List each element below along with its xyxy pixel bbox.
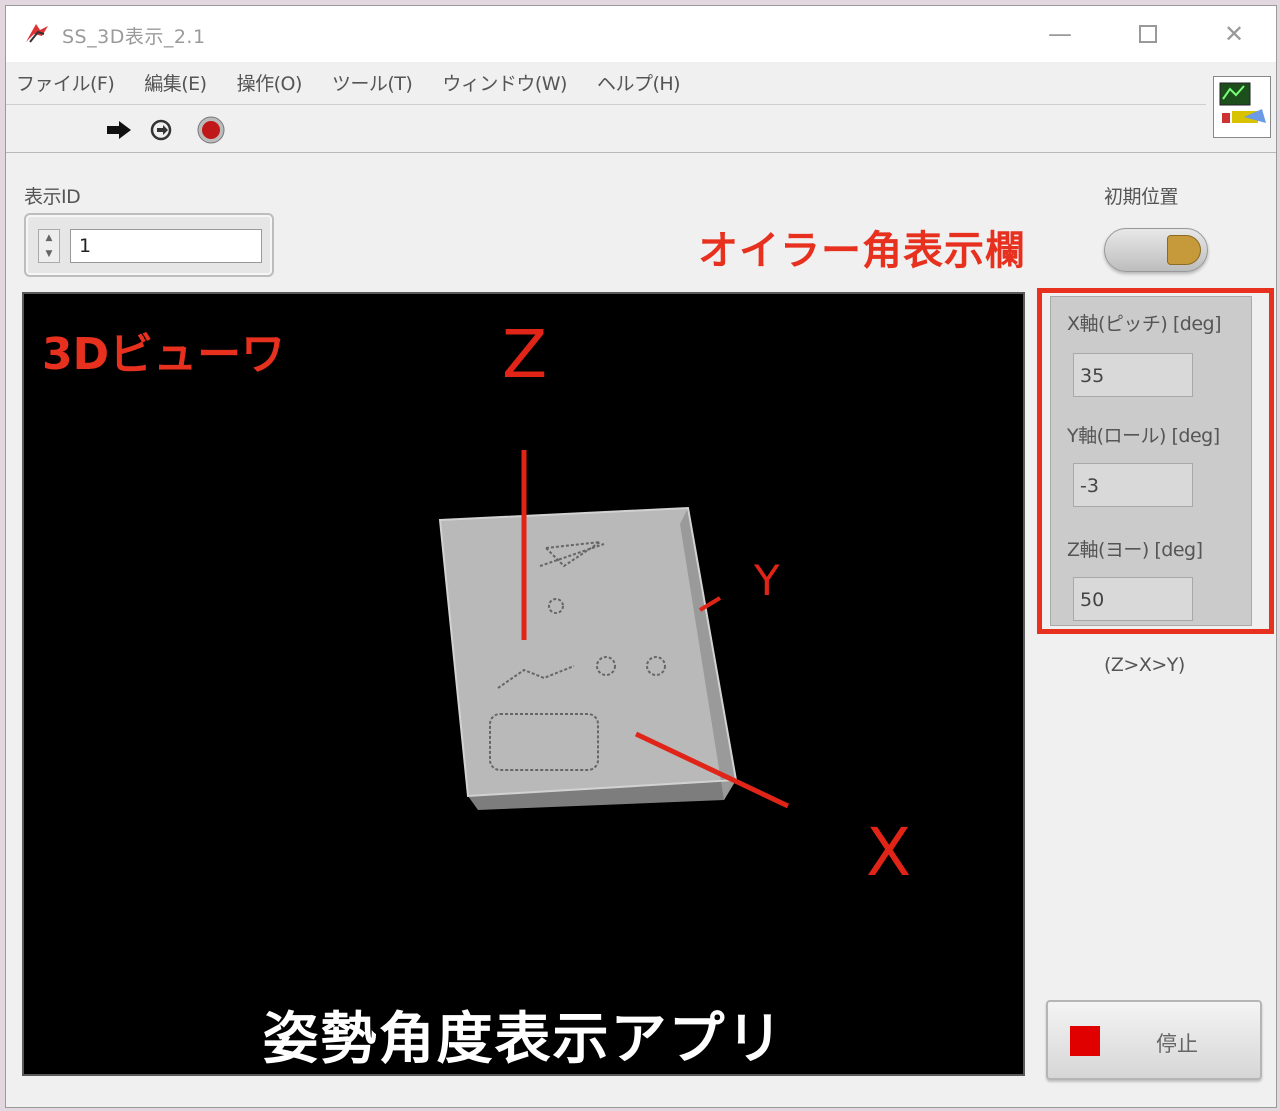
- menu-operate[interactable]: 操作(O): [237, 69, 303, 96]
- display-id-spinner[interactable]: ▲ ▼: [38, 229, 60, 263]
- spin-down-icon: ▼: [45, 249, 53, 259]
- initial-position-toggle[interactable]: [1104, 228, 1208, 272]
- maximize-icon: [1139, 25, 1157, 43]
- toolbar: [6, 104, 1206, 151]
- minimize-icon: —: [1048, 20, 1072, 48]
- run-continuously-button[interactable]: [146, 115, 176, 145]
- menu-edit[interactable]: 編集(E): [144, 69, 207, 96]
- z-axis-label: Z: [502, 316, 548, 393]
- window-title: SS_3D表示_2.1: [62, 26, 206, 48]
- abort-stop-icon: [197, 116, 225, 144]
- app-window: SS_3D表示_2.1 — ✕ ファイル(F) 編集(E) 操作(O) ツール(…: [5, 5, 1277, 1108]
- display-id-input[interactable]: 1: [70, 229, 262, 263]
- vi-graph-icon: [1219, 82, 1266, 123]
- 3d-scene: [438, 450, 790, 810]
- minimize-button[interactable]: —: [1030, 14, 1090, 54]
- rotation-order: (Z>X>Y): [1104, 654, 1185, 676]
- x-axis-label: X: [866, 814, 912, 891]
- run-arrow-icon: [107, 121, 131, 139]
- y-axis-label: Y: [754, 556, 780, 605]
- stop-button[interactable]: 停止: [1046, 1000, 1262, 1080]
- maximize-button[interactable]: [1118, 14, 1178, 54]
- abort-button[interactable]: [196, 115, 226, 145]
- spin-up-icon: ▲: [45, 233, 53, 243]
- 3d-viewer[interactable]: 3Dビューワ Z Y X 姿勢角度表示アプリ: [22, 292, 1025, 1076]
- labview-app-icon: [26, 24, 48, 43]
- euler-highlight-box: [1037, 288, 1274, 634]
- stop-label: 停止: [1156, 1032, 1198, 1056]
- euler-annotation: オイラー角表示欄: [698, 228, 1026, 274]
- title-bar: SS_3D表示_2.1 — ✕: [6, 6, 1276, 62]
- menu-help[interactable]: ヘルプ(H): [597, 69, 681, 96]
- menu-tools[interactable]: ツール(T): [332, 69, 413, 96]
- menu-bar: ファイル(F) 編集(E) 操作(O) ツール(T) ウィンドウ(W) ヘルプ(…: [6, 62, 1206, 102]
- stop-icon: [1070, 1026, 1100, 1056]
- close-button[interactable]: ✕: [1204, 14, 1264, 54]
- menu-file[interactable]: ファイル(F): [16, 69, 115, 96]
- toggle-knob: [1167, 235, 1201, 265]
- run-button[interactable]: [104, 115, 134, 145]
- viewer-annotation: 3Dビューワ: [42, 329, 286, 380]
- app-title: 姿勢角度表示アプリ: [262, 1007, 785, 1072]
- close-icon: ✕: [1223, 20, 1245, 48]
- toolbar-divider: [6, 152, 1276, 153]
- run-continuously-icon: [150, 119, 172, 141]
- display-id-control: ▲ ▼ 1: [24, 213, 274, 277]
- menu-window[interactable]: ウィンドウ(W): [442, 69, 567, 96]
- initial-position-label: 初期位置: [1104, 186, 1179, 208]
- display-id-label: 表示ID: [24, 186, 81, 208]
- vi-icon: [1213, 76, 1271, 138]
